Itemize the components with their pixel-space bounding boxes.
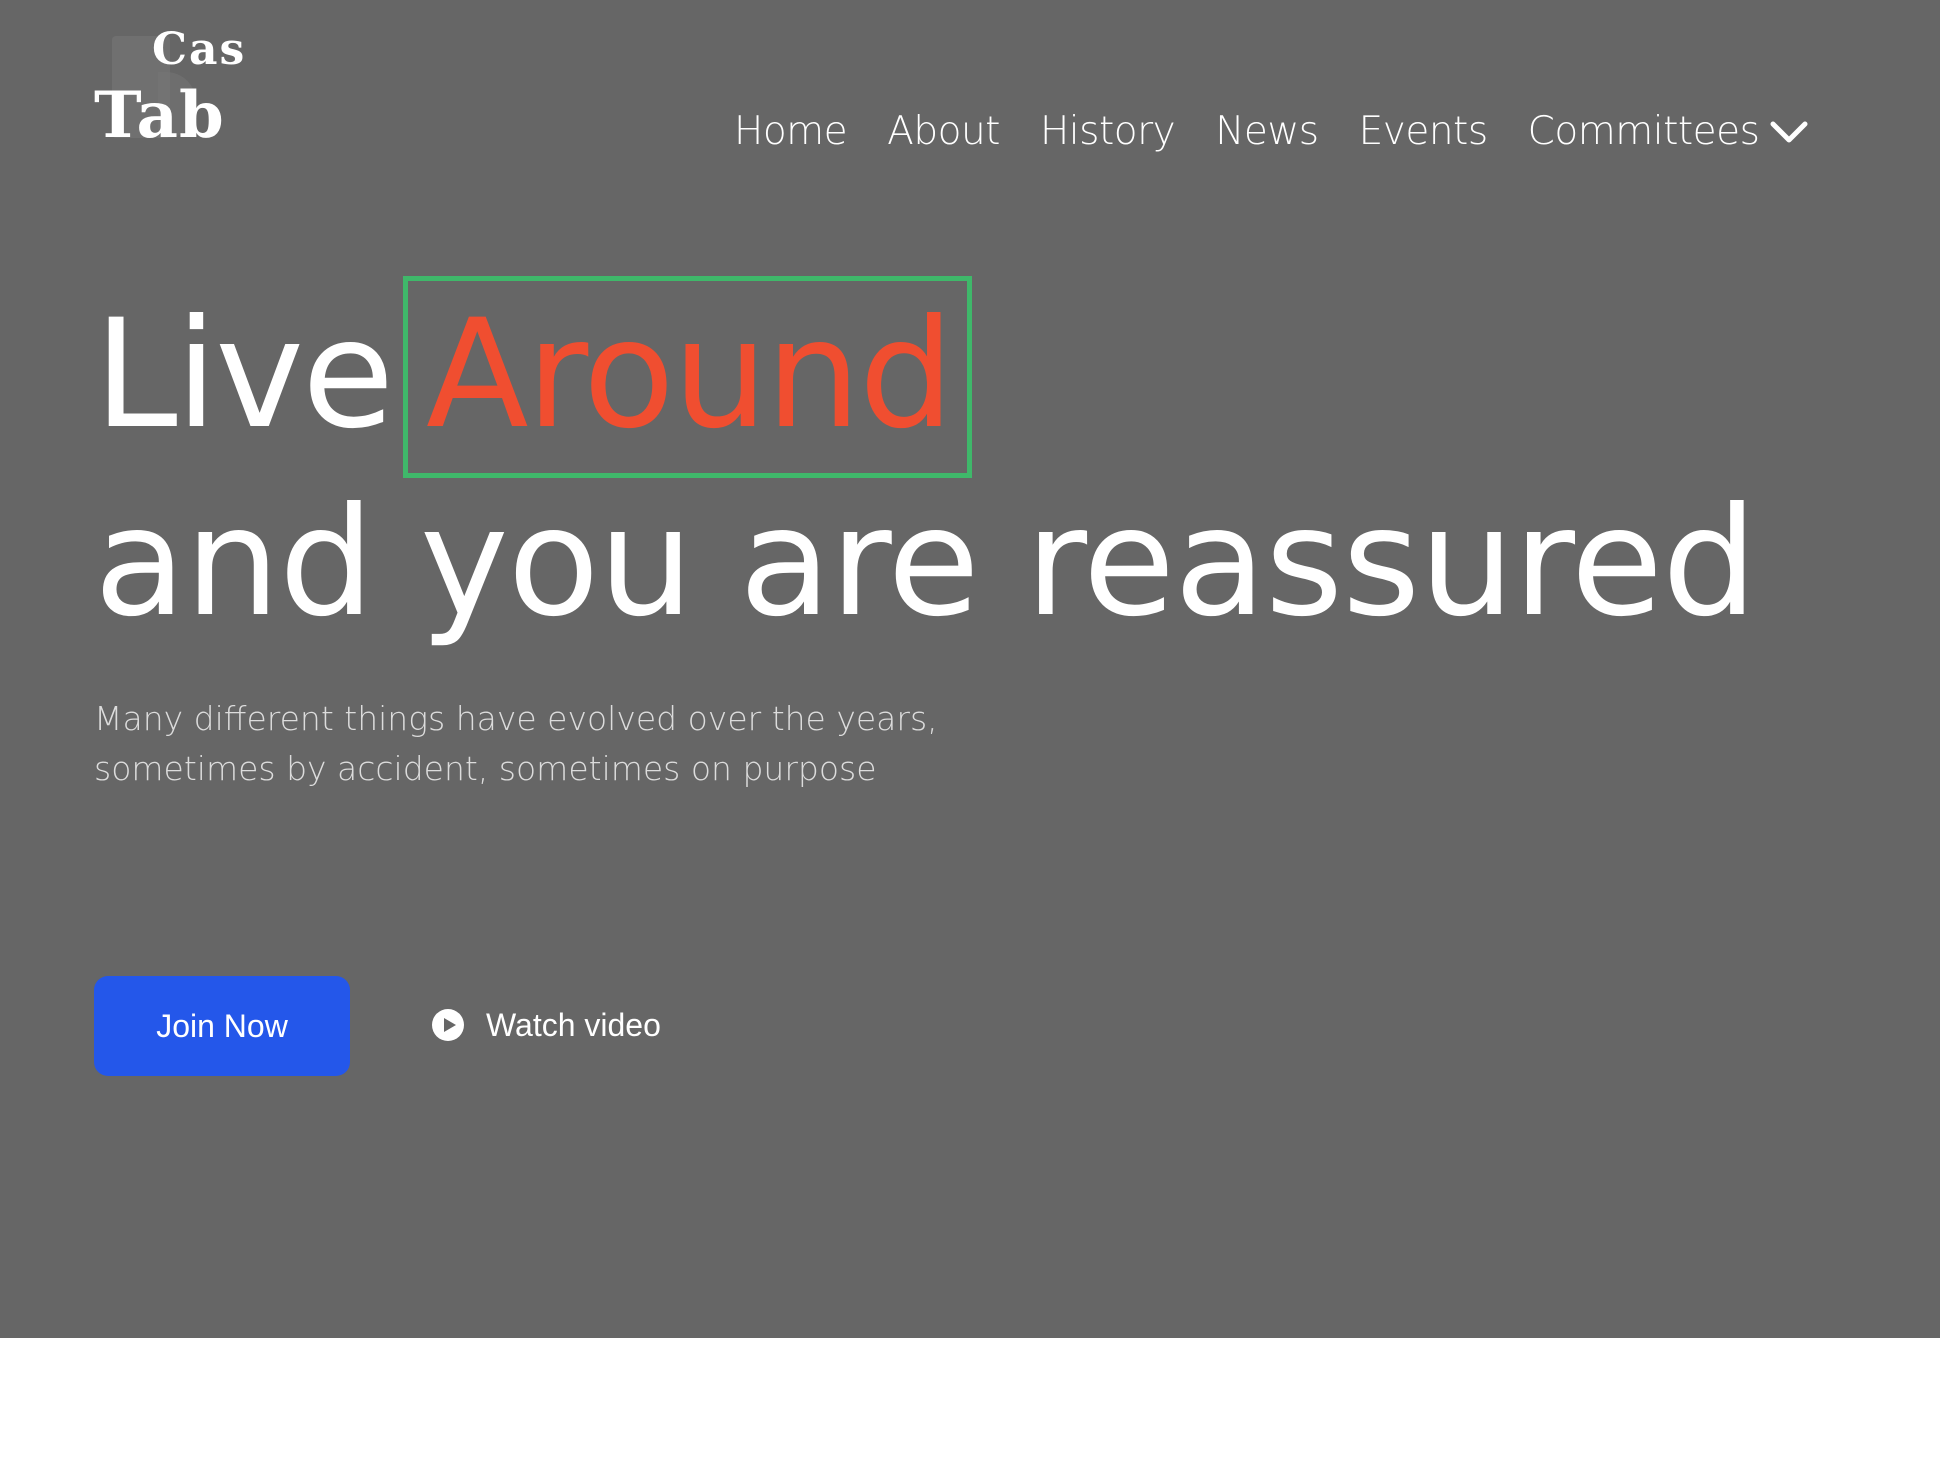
- nav-item-committees-label: Committees: [1527, 109, 1760, 154]
- headline-accent-word: Around: [426, 288, 954, 462]
- join-now-button[interactable]: Join Now: [94, 976, 350, 1076]
- play-icon: [432, 1009, 464, 1041]
- watch-video-label: Watch video: [486, 1006, 661, 1043]
- main-nav: Home About History News Events Committee…: [734, 104, 1809, 160]
- headline-line-2: and you are reassured: [94, 476, 1757, 650]
- hero-subtitle: Many different things have evolved over …: [94, 694, 994, 794]
- chevron-down-icon: [1770, 121, 1808, 143]
- site-logo[interactable]: Cas Tab: [94, 28, 264, 152]
- hero-section: Cas Tab Home About History News Events C…: [0, 0, 1940, 1338]
- nav-item-news[interactable]: News: [1215, 104, 1319, 160]
- nav-item-home[interactable]: Home: [734, 104, 848, 160]
- logo-text-bottom: Tab: [94, 78, 225, 153]
- logo-text-top: Cas: [152, 24, 247, 75]
- nav-item-events[interactable]: Events: [1359, 104, 1489, 160]
- nav-item-committees[interactable]: Committees: [1528, 104, 1810, 160]
- headline-word: Live: [94, 288, 394, 462]
- headline-line-1: Live: [94, 288, 394, 462]
- hero-subtitle-line-1: Many different things have evolved over …: [94, 699, 938, 738]
- watch-video-button[interactable]: Watch video: [430, 1000, 661, 1050]
- hero-subtitle-line-2: sometimes by accident, sometimes on purp…: [94, 749, 877, 788]
- nav-item-history[interactable]: History: [1040, 104, 1176, 160]
- nav-item-about[interactable]: About: [887, 104, 1000, 160]
